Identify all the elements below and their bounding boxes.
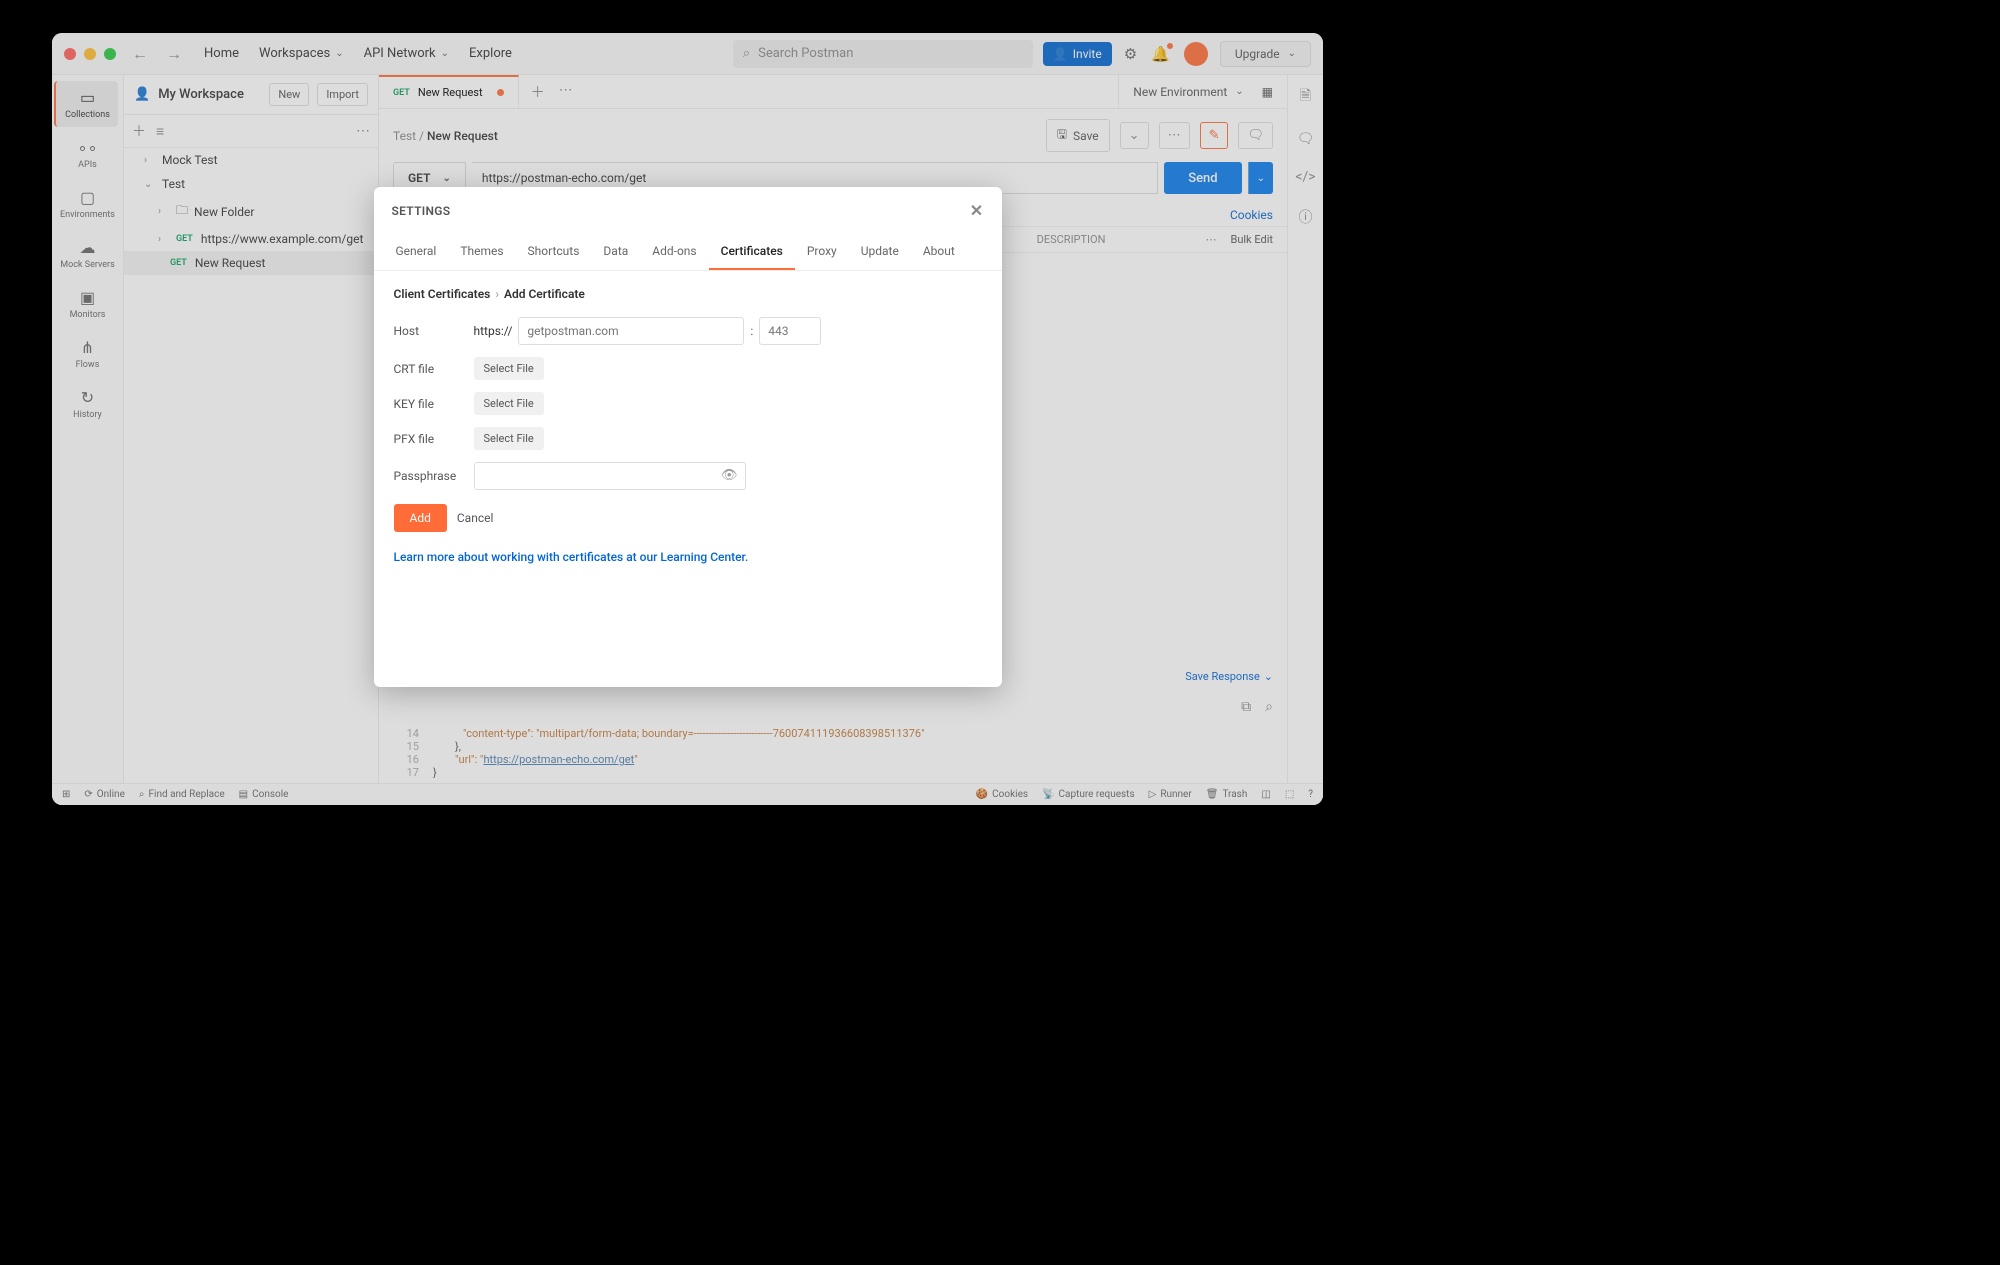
certificates-breadcrumb: Client Certificates›Add Certificate [394, 287, 982, 301]
tab-data[interactable]: Data [591, 234, 640, 270]
passphrase-row: Passphrase 👁 [394, 462, 982, 490]
modal-title: SETTINGS [392, 204, 451, 218]
tab-about[interactable]: About [911, 234, 967, 270]
pfx-select-file-button[interactable]: Select File [474, 427, 544, 450]
tab-general[interactable]: General [384, 234, 449, 270]
settings-modal: SETTINGS ✕ General Themes Shortcuts Data… [374, 187, 1002, 687]
host-input[interactable] [518, 317, 744, 345]
settings-tabs: General Themes Shortcuts Data Add-ons Ce… [374, 234, 1002, 271]
port-separator: : [750, 324, 753, 338]
passphrase-input[interactable] [474, 462, 746, 490]
modal-overlay[interactable]: SETTINGS ✕ General Themes Shortcuts Data… [52, 33, 1323, 805]
key-row: KEY file Select File [394, 392, 982, 415]
learn-more-link[interactable]: Learn more about working with certificat… [394, 550, 749, 564]
https-prefix: https:// [474, 324, 513, 338]
key-select-file-button[interactable]: Select File [474, 392, 544, 415]
tab-certificates[interactable]: Certificates [709, 234, 795, 270]
pfx-label: PFX file [394, 432, 474, 446]
pfx-row: PFX file Select File [394, 427, 982, 450]
port-input[interactable] [759, 317, 821, 345]
modal-header: SETTINGS ✕ [374, 187, 1002, 234]
key-label: KEY file [394, 397, 474, 411]
add-button[interactable]: Add [394, 504, 447, 532]
cancel-button[interactable]: Cancel [457, 511, 494, 525]
tab-proxy[interactable]: Proxy [795, 234, 849, 270]
tab-themes[interactable]: Themes [448, 234, 515, 270]
modal-actions: Add Cancel [394, 504, 982, 532]
passphrase-label: Passphrase [394, 469, 474, 483]
crt-row: CRT file Select File [394, 357, 982, 380]
host-row: Host https:// : [394, 317, 982, 345]
close-icon[interactable]: ✕ [970, 201, 984, 220]
crt-select-file-button[interactable]: Select File [474, 357, 544, 380]
eye-icon[interactable]: 👁 [721, 468, 738, 483]
tab-shortcuts[interactable]: Shortcuts [516, 234, 592, 270]
crt-label: CRT file [394, 362, 474, 376]
app-window: ← → Home Workspaces⌄ API Network⌄ Explor… [52, 33, 1323, 805]
host-label: Host [394, 324, 474, 338]
modal-body: Client Certificates›Add Certificate Host… [374, 271, 1002, 580]
tab-update[interactable]: Update [849, 234, 911, 270]
tab-add-ons[interactable]: Add-ons [640, 234, 708, 270]
